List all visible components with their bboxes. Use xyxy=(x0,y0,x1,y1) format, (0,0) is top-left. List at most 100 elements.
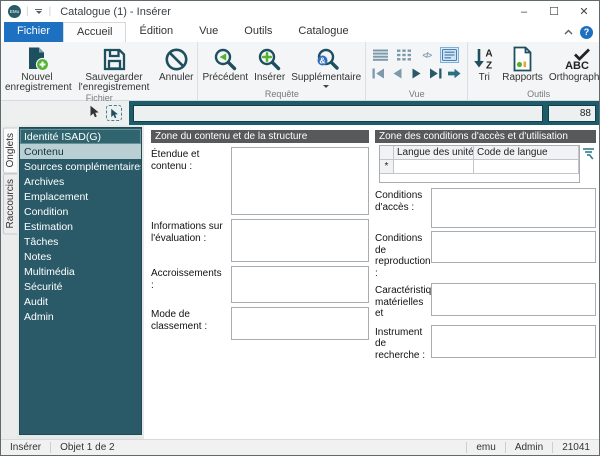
chevron-down-icon xyxy=(323,85,330,88)
tab-vue[interactable]: Vue xyxy=(186,22,231,42)
ribbon: Nouvel enregistrement Sauvegarder l'enre… xyxy=(1,42,599,103)
quick-access-dropdown-icon[interactable] xyxy=(34,8,44,15)
query-additional-button[interactable]: & Supplémentaire xyxy=(288,44,364,88)
etendue-contenu-field[interactable] xyxy=(231,147,369,215)
view-list-button[interactable] xyxy=(371,47,390,63)
status-number: 21041 xyxy=(562,442,590,453)
sidebar-item-taches[interactable]: Tâches xyxy=(20,234,141,249)
instrument-recherche-field[interactable] xyxy=(431,324,596,358)
panel-header: Zone du contenu et de la structure xyxy=(151,130,369,143)
query-previous-button[interactable]: Précédent xyxy=(199,44,251,83)
new-row-marker: * xyxy=(380,160,394,174)
ribbon-group-requete: Précédent Insérer & Supplémentaire Requê… xyxy=(198,42,367,100)
language-filter-icon[interactable] xyxy=(582,147,595,163)
tab-accueil[interactable]: Accueil xyxy=(63,22,127,42)
record-select-strip: 88 xyxy=(1,101,599,125)
field-label: Accroissements : xyxy=(151,268,222,291)
status-mode: Insérer xyxy=(10,442,42,453)
sidebar-item-multimedia[interactable]: Multimédia xyxy=(20,264,141,279)
nav-goto-button[interactable] xyxy=(447,67,462,79)
app-window: EMu | | Catalogue (1) - Insérer – ☐ ✕ Fi… xyxy=(0,0,600,456)
maximize-button[interactable]: ☐ xyxy=(539,1,569,22)
view-code-button[interactable]: </> xyxy=(417,47,436,63)
sidebar-item-condition[interactable]: Condition xyxy=(20,204,141,219)
reports-button[interactable]: Rapports xyxy=(499,44,546,83)
tab-catalogue[interactable]: Catalogue xyxy=(285,22,361,42)
tab-edition[interactable]: Édition xyxy=(126,22,186,42)
view-grid-button[interactable] xyxy=(394,47,413,63)
svg-text:A: A xyxy=(486,49,493,60)
langue-table: Langue des unités d... Code de langue * xyxy=(379,145,580,183)
conditions-acces-field[interactable] xyxy=(431,188,596,228)
cancel-button[interactable]: Annuler xyxy=(156,44,196,83)
record-count-field[interactable]: 88 xyxy=(548,104,596,122)
status-record-info: Objet 1 de 2 xyxy=(60,442,115,453)
tab-fichier[interactable]: Fichier xyxy=(4,22,64,42)
sidebar-item-securite[interactable]: Sécurité xyxy=(20,279,141,294)
table-cell-code[interactable] xyxy=(474,160,579,174)
table-corner xyxy=(380,146,394,160)
vertical-tab-raccourcis[interactable]: Raccourcis xyxy=(3,173,17,235)
save-record-button[interactable]: Sauvegarder l'enregistrement xyxy=(72,44,156,93)
caracteristiques-materielles-field[interactable] xyxy=(431,283,596,316)
query-insert-icon xyxy=(257,45,282,73)
conditions-reproduction-field[interactable] xyxy=(431,231,596,263)
nav-previous-button[interactable] xyxy=(390,67,405,79)
field-label: Conditions d'accès : xyxy=(375,190,423,213)
accroissements-field[interactable] xyxy=(231,266,369,303)
table-cell-langue[interactable] xyxy=(394,160,474,174)
query-insert-label: Insérer xyxy=(254,72,286,83)
sidebar-item-contenu[interactable]: Contenu xyxy=(20,144,141,159)
save-record-label: Sauvegarder l'enregistrement xyxy=(78,72,150,93)
view-details-button[interactable] xyxy=(440,47,460,63)
column-header-langue[interactable]: Langue des unités d... xyxy=(394,146,474,160)
sidebar-item-notes[interactable]: Notes xyxy=(20,249,141,264)
nav-next-button[interactable] xyxy=(409,67,424,79)
help-button[interactable]: ? xyxy=(580,25,593,39)
nav-last-button[interactable] xyxy=(428,67,443,79)
record-form: Zone du contenu et de la structure Étend… xyxy=(144,125,599,439)
tabs-sidebar: Identité ISAD(G) Contenu Sources complém… xyxy=(17,125,144,439)
group-label-vue: Vue xyxy=(408,89,425,99)
query-previous-label: Précédent xyxy=(202,72,249,83)
record-summary-field[interactable] xyxy=(133,104,543,122)
sidebar-item-estimation[interactable]: Estimation xyxy=(20,219,141,234)
query-insert-button[interactable]: Insérer xyxy=(251,44,288,83)
collapse-ribbon-icon[interactable] xyxy=(564,29,573,35)
cancel-label: Annuler xyxy=(159,72,194,83)
vertical-tab-onglets[interactable]: Onglets xyxy=(3,127,17,174)
sidebar-mode-tabs: Onglets Raccourcis xyxy=(1,125,17,439)
spelling-button[interactable]: ABC Orthographe xyxy=(546,44,599,83)
sidebar-item-identite-isadg[interactable]: Identité ISAD(G) xyxy=(20,129,141,144)
tabs-list: Identité ISAD(G) Contenu Sources complém… xyxy=(19,127,142,435)
tab-outils[interactable]: Outils xyxy=(231,22,285,42)
minimize-button[interactable]: – xyxy=(509,1,539,22)
sidebar-item-audit[interactable]: Audit xyxy=(20,294,141,309)
ribbon-tab-bar: Fichier Accueil Édition Vue Outils Catal… xyxy=(1,22,599,42)
column-header-code-langue[interactable]: Code de langue xyxy=(474,146,579,160)
sort-az-icon: A Z xyxy=(472,45,496,73)
spellcheck-icon: ABC xyxy=(561,45,593,73)
nav-first-button[interactable] xyxy=(371,67,386,79)
select-cursor-icon[interactable] xyxy=(89,105,100,121)
group-label-requete: Requête xyxy=(264,89,299,99)
window-title: Catalogue (1) - Insérer xyxy=(60,5,171,18)
close-button[interactable]: ✕ xyxy=(569,1,599,22)
sidebar-item-sources-complementaires[interactable]: Sources complémentaires xyxy=(20,159,141,174)
informations-evaluation-field[interactable] xyxy=(231,219,369,262)
divider: | xyxy=(48,6,52,17)
field-label: Caractéristique matérielles et xyxy=(375,285,431,319)
sidebar-item-admin[interactable]: Admin xyxy=(20,309,141,324)
sidebar-item-archives[interactable]: Archives xyxy=(20,174,141,189)
svg-text:ABC: ABC xyxy=(565,60,589,72)
sidebar-item-emplacement[interactable]: Emplacement xyxy=(20,189,141,204)
panel-contenu-structure: Zone du contenu et de la structure Étend… xyxy=(151,130,369,439)
sort-button[interactable]: A Z Tri xyxy=(469,44,499,83)
select-region-cursor-icon[interactable] xyxy=(106,105,122,121)
mode-classement-field[interactable] xyxy=(231,307,369,340)
field-label: Étendue et contenu : xyxy=(151,149,200,172)
status-server: emu xyxy=(476,442,496,453)
query-previous-icon xyxy=(213,45,238,73)
new-record-button[interactable]: Nouvel enregistrement xyxy=(2,44,72,93)
group-label-outils: Outils xyxy=(527,89,551,99)
